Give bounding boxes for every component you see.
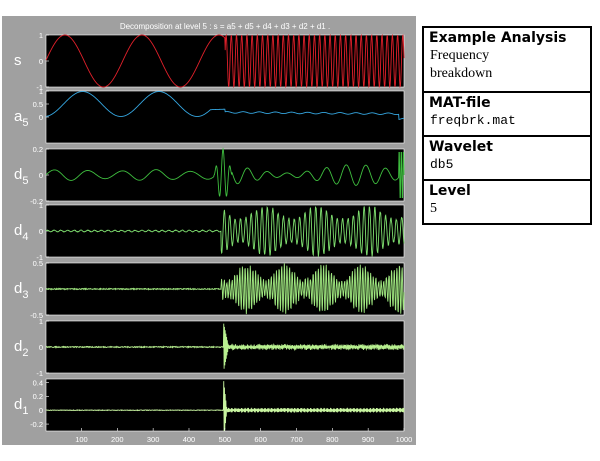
figure-title: Decomposition at level 5 : s = a5 + d5 +… [120, 22, 330, 31]
figure-canvas: Decomposition at level 5 : s = a5 + d5 +… [14, 22, 413, 444]
y-tick-label: -0.2 [30, 420, 43, 429]
subplot-5: 1 0 -1 d2 [14, 317, 405, 378]
subplot-6: 0.4 0.2 0 -0.2d1 [14, 378, 405, 432]
subplot-axes-1 [45, 90, 405, 144]
y-tick-label: 0.4 [33, 378, 43, 387]
y-tick-label: 1 [39, 31, 43, 40]
level-heading: Level [429, 183, 471, 199]
subplot-3: 10-1d4 [14, 201, 405, 262]
example-analysis-value: Frequency breakdown [424, 47, 590, 85]
subplot-label-5: d2 [14, 338, 28, 359]
example-analysis-value-line2: breakdown [430, 66, 493, 81]
y-tick-label: 0 [39, 57, 43, 66]
subplot-label-4: d3 [14, 280, 28, 301]
y-tick-label: 1 [39, 87, 43, 96]
x-tick-label: 400 [183, 435, 196, 444]
mat-file-value: freqbrk.mat [430, 113, 516, 128]
x-tick-label: 900 [362, 435, 375, 444]
y-tick-label: 0 [39, 113, 43, 122]
subplot-label-1: a5 [14, 108, 28, 129]
y-tick-label: 0.5 [33, 259, 43, 268]
subplot-label-0: s [14, 52, 22, 69]
y-tick-label: 0.2 [33, 145, 43, 154]
subplot-4: 0.50-0.5d3 [14, 259, 405, 320]
x-tick-label: 200 [111, 435, 124, 444]
y-tick-label: 0 [39, 343, 43, 352]
subplot-label-6: d1 [14, 396, 28, 417]
example-analysis-heading: Example Analysis [429, 30, 567, 46]
y-tick-label: 0 [39, 227, 43, 236]
wavelet-heading: Wavelet [429, 139, 493, 155]
subplot-label-3: d4 [14, 222, 28, 243]
example-analysis-value-line1: Frequency [430, 48, 490, 63]
level-panel: Level 5 [422, 179, 592, 225]
y-tick-label: -1 [36, 369, 43, 378]
x-tick-label: 300 [147, 435, 160, 444]
x-tick-label: 100 [75, 435, 88, 444]
mat-file-panel: MAT-file freqbrk.mat [422, 91, 592, 137]
subplot-1: 1 0.5 0 a5 [14, 87, 405, 144]
y-tick-label: 0 [39, 171, 43, 180]
decomposition-figure: Decomposition at level 5 : s = a5 + d5 +… [2, 16, 416, 445]
x-tick-label: 500 [219, 435, 232, 444]
subplot-label-2: d5 [14, 166, 28, 187]
x-tick-label: 800 [326, 435, 339, 444]
example-analysis-panel: Example Analysis Frequency breakdown [422, 26, 592, 93]
y-tick-label: 0 [39, 285, 43, 294]
y-tick-label: 1 [39, 317, 43, 326]
y-tick-label: 0.5 [33, 100, 43, 109]
wavelet-panel: Wavelet db5 [422, 135, 592, 181]
mat-file-heading: MAT-file [429, 95, 491, 111]
x-tick-label: 600 [254, 435, 267, 444]
x-tick-label: 700 [290, 435, 303, 444]
y-tick-label: 1 [39, 201, 43, 210]
subplot-2: 0.20-0.2d5 [14, 145, 405, 206]
y-tick-label: 0.2 [33, 392, 43, 401]
subplot-0: 10-1s [14, 31, 405, 92]
level-value: 5 [430, 201, 437, 216]
x-tick-label: 1000 [396, 435, 413, 444]
y-tick-label: 0 [39, 406, 43, 415]
wavelet-value: db5 [430, 157, 454, 172]
